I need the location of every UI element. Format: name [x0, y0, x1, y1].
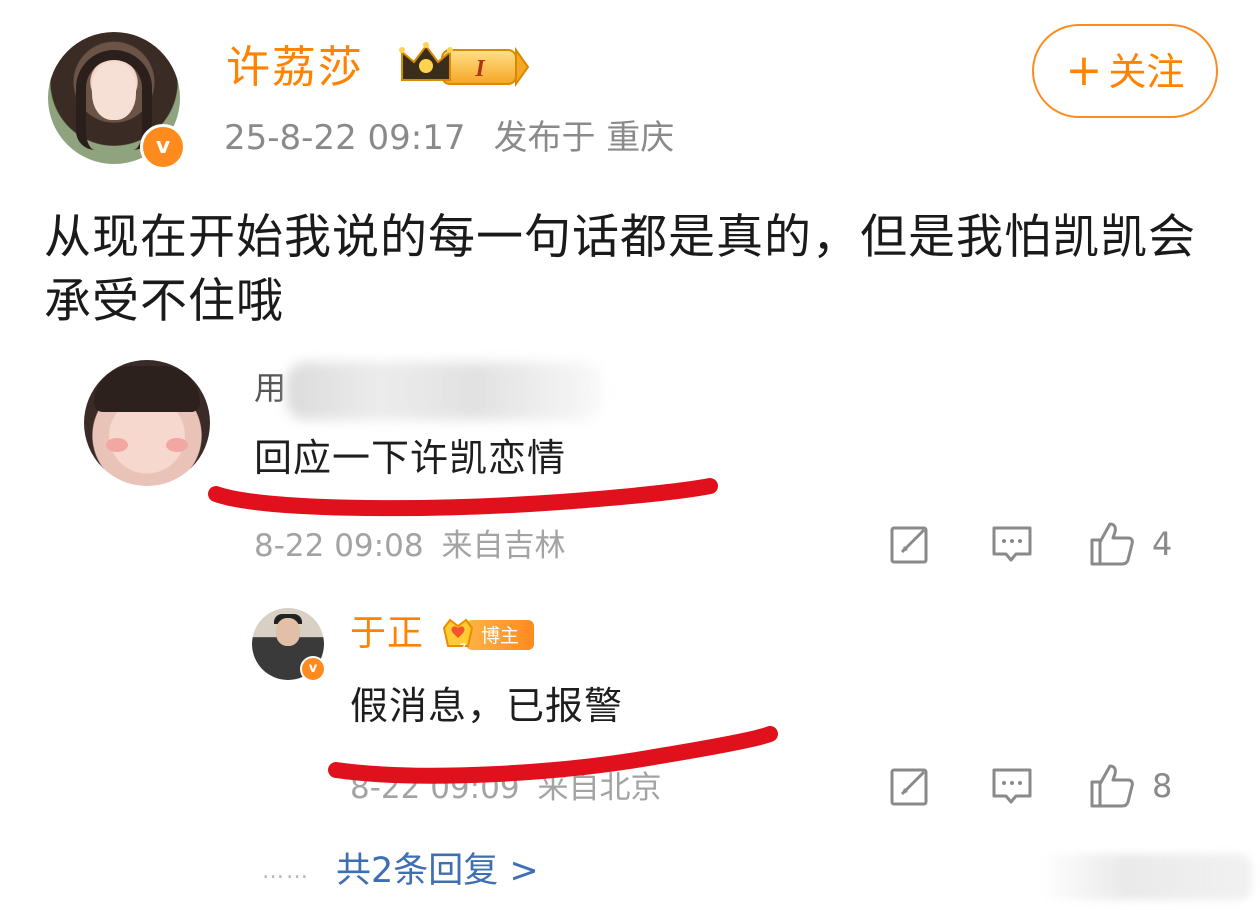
commenter-avatar[interactable] — [84, 360, 210, 486]
follow-label: 关注 — [1108, 50, 1185, 94]
comment-date: 8-22 09:08 — [254, 528, 424, 564]
author-name[interactable]: 许荔莎 — [226, 40, 364, 96]
dots-divider: …… — [262, 859, 310, 884]
comment-meta: 8-22 09:08 来自吉林 — [254, 526, 584, 566]
level-badge-label: I — [474, 56, 486, 82]
blogger-badge-label: 博主 — [481, 625, 519, 647]
reply-text: 假消息，已报警 — [350, 684, 624, 728]
post-location: 发布于 重庆 — [493, 118, 675, 158]
like-icon[interactable] — [1088, 762, 1136, 810]
member-crown-badge-icon: I — [399, 42, 530, 88]
comment-location: 来自吉林 — [441, 528, 566, 564]
view-more-replies-link[interactable]: …… 共2条回复 > — [262, 846, 539, 897]
blogger-badge-icon: 7 博主 — [442, 618, 534, 654]
reply-date: 8-22 09:09 — [350, 770, 520, 806]
reply-meta: 8-22 09:09 来自北京 — [350, 768, 680, 808]
comment-text: 回应一下许凯恋情 — [254, 436, 567, 480]
post-body-text: 从现在开始我说的每一句话都是真的，但是我怕凯凯会承受不住哦 — [44, 210, 1196, 329]
commenter-name[interactable]: 用 — [254, 366, 286, 410]
repost-icon[interactable] — [888, 764, 932, 808]
like-count: 4 — [1152, 525, 1173, 563]
post-timestamp: 25-8-22 09:17 — [224, 118, 466, 158]
like-count: 8 — [1152, 767, 1173, 805]
follow-button[interactable]: + 关注 — [1032, 24, 1218, 118]
verified-badge-icon: v — [140, 124, 186, 170]
comment-icon[interactable] — [990, 522, 1034, 566]
more-replies-label: 共2条回复 > — [336, 851, 539, 891]
blogger-badge-number: 7 — [460, 642, 466, 654]
plus-icon: + — [1065, 45, 1103, 96]
like-icon[interactable] — [1088, 520, 1136, 568]
post-meta: 25-8-22 09:17 发布于 重庆 — [224, 116, 674, 160]
repost-icon[interactable] — [888, 522, 932, 566]
username-blur-mask — [286, 362, 602, 420]
comment-icon[interactable] — [990, 764, 1034, 808]
verified-badge-icon: v — [300, 656, 326, 682]
red-underline-comment — [208, 478, 718, 517]
watermark-blur — [1040, 854, 1252, 900]
reply-location: 来自北京 — [537, 770, 662, 806]
reply-author-name[interactable]: 于正 — [350, 610, 424, 658]
